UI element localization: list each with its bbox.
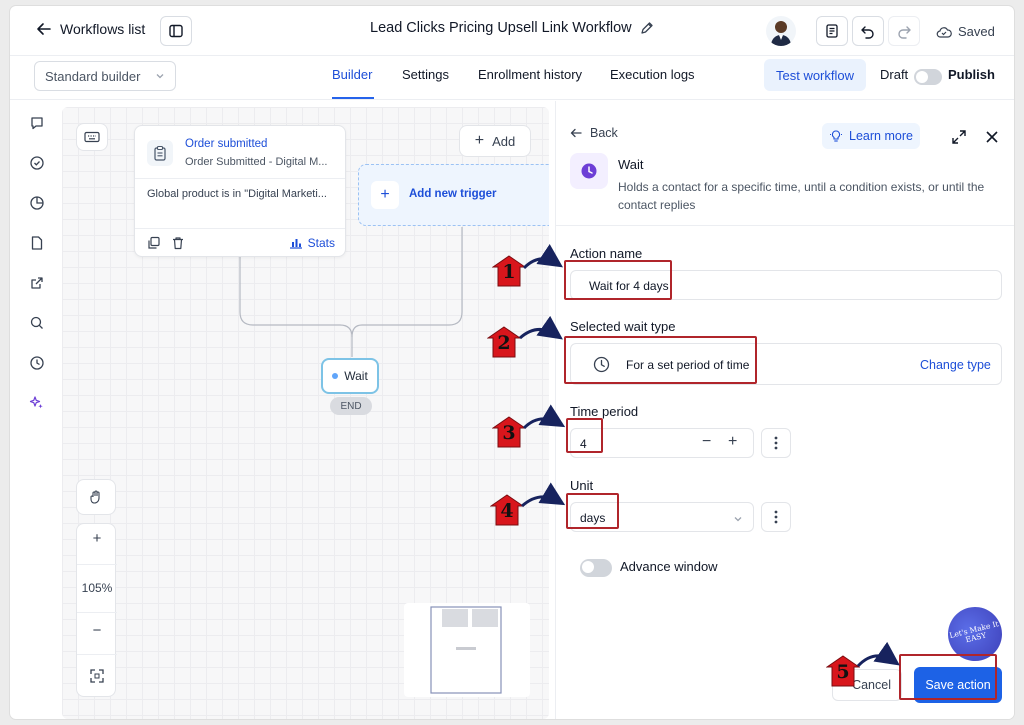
arrow-4: [521, 482, 566, 508]
arrow-2: [519, 315, 563, 340]
arrow-1: [522, 244, 563, 270]
annotation-arrows: [519, 244, 900, 668]
arrow-5: [856, 641, 900, 668]
arrow-3: [522, 404, 566, 430]
